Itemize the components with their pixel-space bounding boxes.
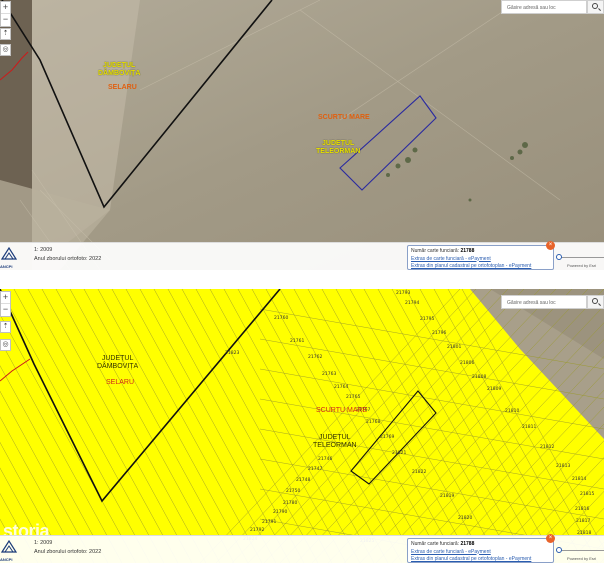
locality-label-scurtu-mare: SCURTU MARE (316, 407, 368, 414)
status-bar: ANCPI 1: 2009 Anul zborului ortofoto: 20… (0, 241, 604, 270)
powered-by: Powered by Esri (567, 263, 597, 268)
ancpi-emblem-icon (0, 246, 18, 260)
parcel-number-label: 21821 (392, 451, 407, 456)
home-button[interactable]: ⇡ (0, 321, 11, 333)
cf-extract-link[interactable]: Extras de carte funciară - ePayment (411, 256, 491, 262)
opacity-slider-handle[interactable] (556, 547, 562, 553)
zoom-control[interactable]: + − (0, 291, 11, 317)
close-popup-button[interactable]: × (546, 534, 555, 543)
parcel-number-label: 21823 (225, 351, 240, 356)
parcel-number-label: 21761 (290, 339, 305, 344)
zoom-in-button[interactable]: + (1, 292, 10, 304)
parcel-number-label: 21813 (556, 464, 571, 469)
locality-label-scurtu-mare: SCURTU MARE (318, 114, 370, 121)
parcel-number-label: 21809 (487, 387, 502, 392)
parcel-number-label: 21748 (296, 478, 311, 483)
address-search-input[interactable]: Găsire adresă sau loc (501, 295, 587, 309)
ortho-year: Anul zborului ortofoto: 2022 (34, 256, 102, 262)
cf-number: 21788 (460, 248, 475, 254)
parcel-number-label: 21762 (308, 355, 323, 360)
parcel-number-label: 21806 (460, 361, 475, 366)
satellite-map[interactable] (0, 0, 604, 270)
opacity-slider[interactable] (560, 550, 604, 551)
parcel-number-label: 21747 (308, 467, 323, 472)
parcel-number-label: 21768 (366, 420, 381, 425)
zoom-in-button[interactable]: + (1, 2, 10, 14)
parcel-number-label: 21764 (334, 385, 349, 390)
ancpi-emblem-icon (0, 539, 18, 553)
ancpi-logo: ANCPI (0, 538, 18, 562)
parcel-number-label: 21817 (576, 519, 591, 524)
zoom-out-button[interactable]: − (1, 304, 10, 316)
parcel-number-label: 21765 (346, 395, 361, 400)
locate-button[interactable]: ◎ (0, 339, 11, 351)
county-label-dambovita: JUDEȚUL DÂMBOVIȚA (97, 355, 139, 370)
parcel-number-label: 21793 (396, 291, 411, 296)
close-popup-button[interactable]: × (546, 241, 555, 250)
parcel-number-label: 21750 (286, 489, 301, 494)
parcel-number-label: 21819 (440, 494, 455, 499)
parcel-info-popup: Număr carte funciară: 21788 Extras de ca… (407, 538, 554, 563)
locate-button[interactable]: ◎ (0, 44, 11, 56)
zoom-out-button[interactable]: − (1, 14, 10, 26)
cf-number: 21788 (460, 541, 475, 547)
parcel-number-label: 21794 (405, 301, 420, 306)
parcel-number-label: 21760 (274, 316, 289, 321)
locality-label-selaru: SELARU (106, 379, 135, 386)
home-button[interactable]: ⇡ (0, 28, 11, 40)
powered-by: Powered by Esri (567, 556, 597, 561)
parcel-number-label: 21790 (273, 510, 288, 515)
search-icon (592, 3, 598, 9)
parcel-number-label: 21811 (522, 425, 537, 430)
zoom-control[interactable]: + − (0, 1, 11, 27)
parcel-number-label: 21746 (318, 457, 333, 462)
parcel-number-label: 21769 (380, 435, 395, 440)
parcel-info-popup: Număr carte funciară: 21788 Extras de ca… (407, 245, 554, 270)
parcel-number-label: 21763 (322, 372, 337, 377)
parcel-number-label: 21780 (283, 501, 298, 506)
parcel-number-label: 21792 (250, 528, 265, 533)
address-search-input[interactable]: Găsire adresă sau loc (501, 0, 587, 14)
parcel-number-label: 21796 (432, 331, 447, 336)
cadastral-plan-link[interactable]: Extras din planul cadastral pe ortofotop… (411, 556, 531, 562)
panel-divider (0, 270, 604, 289)
parcel-number-label: 21791 (262, 520, 277, 525)
parcel-number-label: 21822 (412, 470, 427, 475)
parcel-number-label: 21816 (575, 507, 590, 512)
search-button[interactable] (587, 0, 604, 14)
county-label-dambovita: JUDEȚUL DÂMBOVIȚA (98, 62, 141, 77)
opacity-slider[interactable] (560, 257, 604, 258)
ortho-year: Anul zborului ortofoto: 2022 (34, 549, 102, 555)
locality-label-selaru: SELARU (108, 84, 137, 91)
parcel-number-label: 21808 (472, 375, 487, 380)
parcel-number-label: 21801 (447, 345, 462, 350)
opacity-slider-handle[interactable] (556, 254, 562, 260)
county-label-teleorman: JUDEȚUL TELEORMAN (316, 140, 361, 155)
parcel-number-label: 21812 (540, 445, 555, 450)
parcel-number-label: 21820 (458, 516, 473, 521)
parcel-number-label: 21815 (580, 492, 595, 497)
map-panel-satellite[interactable]: JUDEȚUL DÂMBOVIȚA SELARU SCURTU MARE JUD… (0, 0, 604, 270)
parcel-number-label: 21814 (572, 477, 587, 482)
cadastral-map[interactable] (0, 289, 604, 563)
county-label-teleorman: JUDEȚUL TELEORMAN (313, 434, 357, 449)
map-panel-cadastral[interactable]: 21760 21761 21762 21763 21764 21765 21767 21768… (0, 289, 604, 563)
scale-readout: 1: 2009 (34, 247, 53, 253)
ancpi-logo: ANCPI (0, 245, 18, 269)
search-button[interactable] (587, 295, 604, 309)
parcel-number-label: 21810 (505, 409, 520, 414)
search-icon (592, 298, 598, 304)
status-bar: ANCPI 1: 2009 Anul zborului ortofoto: 20… (0, 534, 604, 563)
cf-extract-link[interactable]: Extras de carte funciară - ePayment (411, 549, 491, 555)
cadastral-plan-link[interactable]: Extras din planul cadastral pe ortofotop… (411, 263, 531, 269)
scale-readout: 1: 2009 (34, 540, 53, 546)
parcel-number-label: 21795 (420, 317, 435, 322)
